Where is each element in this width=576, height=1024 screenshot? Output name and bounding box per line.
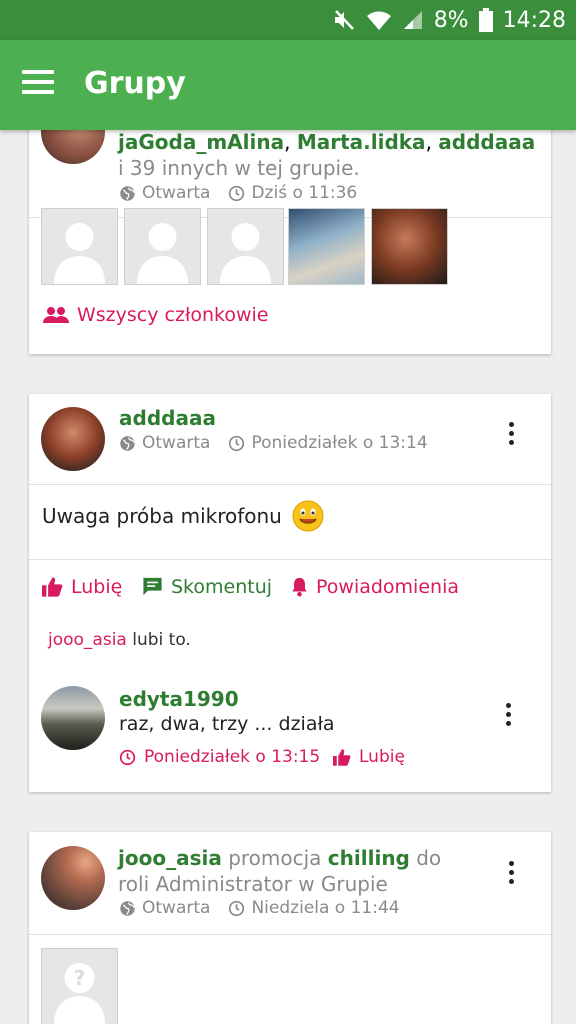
unknown-user-thumbnail[interactable]: ? <box>41 948 118 1024</box>
member-link[interactable]: jaGoda_mAlina <box>118 130 284 154</box>
group-meta: Otwarta Dziś o 11:36 <box>119 183 357 203</box>
app-bar: Grupy <box>0 40 576 130</box>
comment-button[interactable]: Skomentuj <box>142 576 272 598</box>
members-count-text: i 39 innych w tej grupie. <box>118 156 360 180</box>
role-change-text: jooo_asia promocja chilling do roli Admi… <box>118 846 442 896</box>
group-members-card: jaGoda_mAlina, Marta.lidka, adddaaa i 39… <box>29 130 551 354</box>
more-options-icon[interactable] <box>499 418 523 448</box>
battery-level: 8% <box>433 7 469 33</box>
member-link[interactable]: Marta.lidka <box>297 130 426 154</box>
comment-avatar[interactable] <box>41 686 105 750</box>
thumbs-up-icon <box>333 748 351 766</box>
likes-summary: jooo_asia lubi to. <box>48 630 191 650</box>
group-icon <box>43 307 69 323</box>
role-change-card: jooo_asia promocja chilling do roli Admi… <box>29 832 551 1024</box>
like-button[interactable]: Lubię <box>42 576 122 598</box>
smile-emoji-icon <box>292 500 324 532</box>
battery-icon <box>478 8 493 32</box>
avatar[interactable] <box>41 846 105 910</box>
user-link[interactable]: jooo_asia <box>118 846 222 870</box>
clock-icon <box>229 435 245 451</box>
like-user-link[interactable]: jooo_asia <box>48 630 127 650</box>
feed[interactable]: jaGoda_mAlina, Marta.lidka, adddaaa i 39… <box>0 130 576 1024</box>
clock-icon <box>229 900 245 916</box>
clock-icon <box>229 185 245 201</box>
notifications-button[interactable]: Powiadomienia <box>291 576 459 598</box>
comment-text: raz, dwa, trzy ... działa <box>119 713 335 735</box>
post-meta: Otwarta Poniedziałek o 13:14 <box>119 433 428 453</box>
avatar[interactable] <box>41 130 105 164</box>
comment-time: Poniedziałek o 13:15 <box>119 747 320 767</box>
wifi-icon <box>366 8 392 32</box>
status-bar: 8% 14:28 <box>0 0 576 40</box>
post-author[interactable]: adddaaa <box>119 406 216 430</box>
member-thumbnail[interactable] <box>41 208 118 285</box>
post-card: adddaaa Otwarta Poniedziałek o 13:14 Uwa… <box>29 394 551 792</box>
avatar[interactable] <box>41 407 105 471</box>
bell-icon <box>292 577 307 597</box>
clock-icon <box>119 749 136 765</box>
signal-icon <box>402 9 424 31</box>
svg-text:?: ? <box>74 966 86 990</box>
clock: 14:28 <box>502 7 566 33</box>
mute-icon <box>332 8 356 32</box>
globe-icon <box>120 435 135 451</box>
comment-author[interactable]: edyta1990 <box>119 687 239 711</box>
page-title: Grupy <box>84 66 186 101</box>
member-thumbnail[interactable] <box>371 208 448 285</box>
globe-icon <box>120 900 135 916</box>
post-text: Uwaga próba mikrofonu <box>42 500 324 532</box>
comment-icon <box>143 577 162 596</box>
members-summary: jaGoda_mAlina, Marta.lidka, adddaaa i 39… <box>118 130 536 180</box>
all-members-link[interactable]: Wszyscy członkowie <box>43 304 268 326</box>
comment-like-button[interactable]: Lubię <box>333 747 405 767</box>
member-thumbnail[interactable] <box>207 208 284 285</box>
menu-icon[interactable] <box>22 70 54 100</box>
role-change-meta: Otwarta Niedziela o 11:44 <box>119 898 400 918</box>
member-thumbnail[interactable] <box>124 208 201 285</box>
member-thumbnail[interactable] <box>288 208 365 285</box>
more-options-icon[interactable] <box>499 857 523 887</box>
comment-more-options-icon[interactable] <box>496 699 520 729</box>
thumbs-up-icon <box>42 577 63 597</box>
user-link[interactable]: chilling <box>328 846 410 870</box>
member-link[interactable]: adddaaa <box>438 130 535 154</box>
globe-icon <box>120 185 135 201</box>
